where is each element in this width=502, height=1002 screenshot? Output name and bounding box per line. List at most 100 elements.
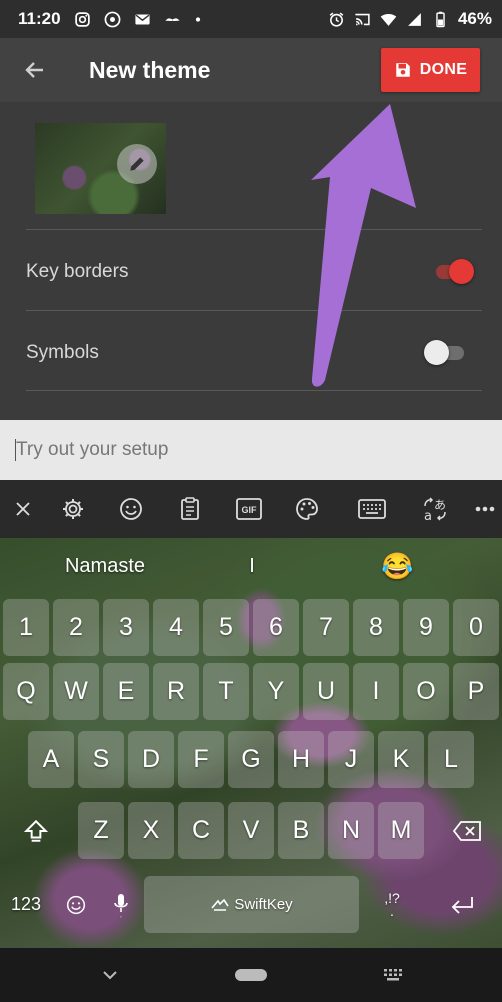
divider bbox=[26, 390, 482, 391]
nav-back-button[interactable] bbox=[80, 948, 140, 1002]
gear-icon bbox=[63, 499, 83, 519]
shift-icon bbox=[23, 819, 49, 842]
key-v[interactable]: V bbox=[228, 802, 274, 859]
key-d[interactable]: D bbox=[128, 731, 174, 788]
key-x[interactable]: X bbox=[128, 802, 174, 859]
themes-button[interactable] bbox=[284, 480, 330, 538]
instagram-icon bbox=[74, 11, 90, 27]
key-3[interactable]: 3 bbox=[103, 599, 149, 656]
key-1[interactable]: 1 bbox=[3, 599, 49, 656]
keyboard-grid-icon bbox=[384, 969, 402, 981]
keyboard-layout-button[interactable] bbox=[349, 480, 395, 538]
key-m[interactable]: M bbox=[378, 802, 424, 859]
key-t[interactable]: T bbox=[203, 663, 249, 720]
gif-icon: GIF bbox=[236, 498, 262, 520]
key-l[interactable]: L bbox=[428, 731, 474, 788]
key-y[interactable]: Y bbox=[253, 663, 299, 720]
close-icon bbox=[16, 502, 30, 516]
backspace-icon bbox=[453, 820, 481, 841]
translate-icon: aあ bbox=[424, 497, 446, 522]
done-label: DONE bbox=[419, 61, 468, 78]
palette-icon bbox=[296, 498, 318, 520]
close-toolbar-button[interactable] bbox=[0, 480, 46, 538]
divider bbox=[26, 229, 482, 230]
key-c[interactable]: C bbox=[178, 802, 224, 859]
backspace-key[interactable] bbox=[434, 802, 500, 859]
clipboard-button[interactable] bbox=[167, 480, 213, 538]
symbols-toggle[interactable] bbox=[424, 339, 466, 365]
svg-text:GIF: GIF bbox=[242, 505, 258, 515]
key-k[interactable]: K bbox=[378, 731, 424, 788]
key-u[interactable]: U bbox=[303, 663, 349, 720]
svg-text:,: , bbox=[120, 913, 122, 918]
key-i[interactable]: I bbox=[353, 663, 399, 720]
numbers-mode-key[interactable]: 123 bbox=[3, 876, 49, 933]
notification-dot-icon bbox=[195, 16, 200, 22]
key-4[interactable]: 4 bbox=[153, 599, 199, 656]
space-key[interactable]: SwiftKey bbox=[144, 876, 359, 933]
cast-icon bbox=[355, 13, 370, 25]
period-label: . bbox=[390, 902, 394, 919]
key-6[interactable]: 6 bbox=[253, 599, 299, 656]
space-brand-label: SwiftKey bbox=[234, 896, 293, 913]
signal-icon bbox=[408, 12, 421, 26]
mail-icon bbox=[134, 14, 150, 24]
keyboard-toolbar: GIF aあ bbox=[0, 480, 502, 538]
key-9[interactable]: 9 bbox=[403, 599, 449, 656]
try-setup-input-container bbox=[0, 420, 502, 480]
chevron-down-icon bbox=[103, 971, 117, 980]
done-button[interactable]: DONE bbox=[381, 48, 480, 92]
key-g[interactable]: G bbox=[228, 731, 274, 788]
app-bar: New theme DONE bbox=[0, 38, 502, 102]
nav-home-button[interactable] bbox=[221, 948, 281, 1002]
prediction-left[interactable]: Namaste bbox=[20, 538, 190, 594]
key-s[interactable]: S bbox=[78, 731, 124, 788]
key-z[interactable]: Z bbox=[78, 802, 124, 859]
key-o[interactable]: O bbox=[403, 663, 449, 720]
home-pill-icon bbox=[235, 969, 267, 981]
key-p[interactable]: P bbox=[453, 663, 499, 720]
key-j[interactable]: J bbox=[328, 731, 374, 788]
pencil-icon bbox=[130, 157, 144, 171]
shift-key[interactable] bbox=[3, 802, 69, 859]
prediction-emoji[interactable]: 😂 bbox=[330, 538, 465, 594]
key-borders-label: Key borders bbox=[26, 261, 129, 282]
key-e[interactable]: E bbox=[103, 663, 149, 720]
key-8[interactable]: 8 bbox=[353, 599, 399, 656]
key-b[interactable]: B bbox=[278, 802, 324, 859]
voice-input-key[interactable]: , bbox=[103, 876, 139, 933]
clipboard-icon bbox=[181, 497, 199, 520]
gif-button[interactable]: GIF bbox=[226, 480, 272, 538]
key-r[interactable]: R bbox=[153, 663, 199, 720]
nav-keyboard-switch-button[interactable] bbox=[363, 948, 423, 1002]
enter-icon bbox=[451, 896, 473, 914]
key-borders-toggle[interactable] bbox=[432, 258, 474, 284]
key-7[interactable]: 7 bbox=[303, 599, 349, 656]
mustache-icon bbox=[164, 17, 180, 21]
settings-button[interactable] bbox=[50, 480, 96, 538]
key-w[interactable]: W bbox=[53, 663, 99, 720]
key-h[interactable]: H bbox=[278, 731, 324, 788]
emoji-button[interactable] bbox=[108, 480, 154, 538]
key-0[interactable]: 0 bbox=[453, 599, 499, 656]
key-a[interactable]: A bbox=[28, 731, 74, 788]
key-5[interactable]: 5 bbox=[203, 599, 249, 656]
chrome-icon bbox=[104, 11, 120, 27]
back-button[interactable] bbox=[0, 38, 70, 102]
key-2[interactable]: 2 bbox=[53, 599, 99, 656]
prediction-center[interactable]: I bbox=[192, 538, 312, 594]
more-options-button[interactable] bbox=[468, 480, 502, 538]
save-icon bbox=[396, 63, 410, 77]
key-q[interactable]: Q bbox=[3, 663, 49, 720]
translator-button[interactable]: aあ bbox=[412, 480, 458, 538]
try-setup-input[interactable] bbox=[16, 439, 486, 461]
enter-key[interactable] bbox=[434, 876, 490, 933]
toggle-thumb bbox=[449, 259, 474, 284]
emoji-key[interactable] bbox=[53, 876, 99, 933]
edit-background-button[interactable] bbox=[117, 144, 157, 184]
toggle-thumb bbox=[424, 340, 449, 365]
divider bbox=[26, 310, 482, 311]
key-f[interactable]: F bbox=[178, 731, 224, 788]
punctuation-key[interactable]: ,!? . bbox=[372, 876, 412, 933]
key-n[interactable]: N bbox=[328, 802, 374, 859]
